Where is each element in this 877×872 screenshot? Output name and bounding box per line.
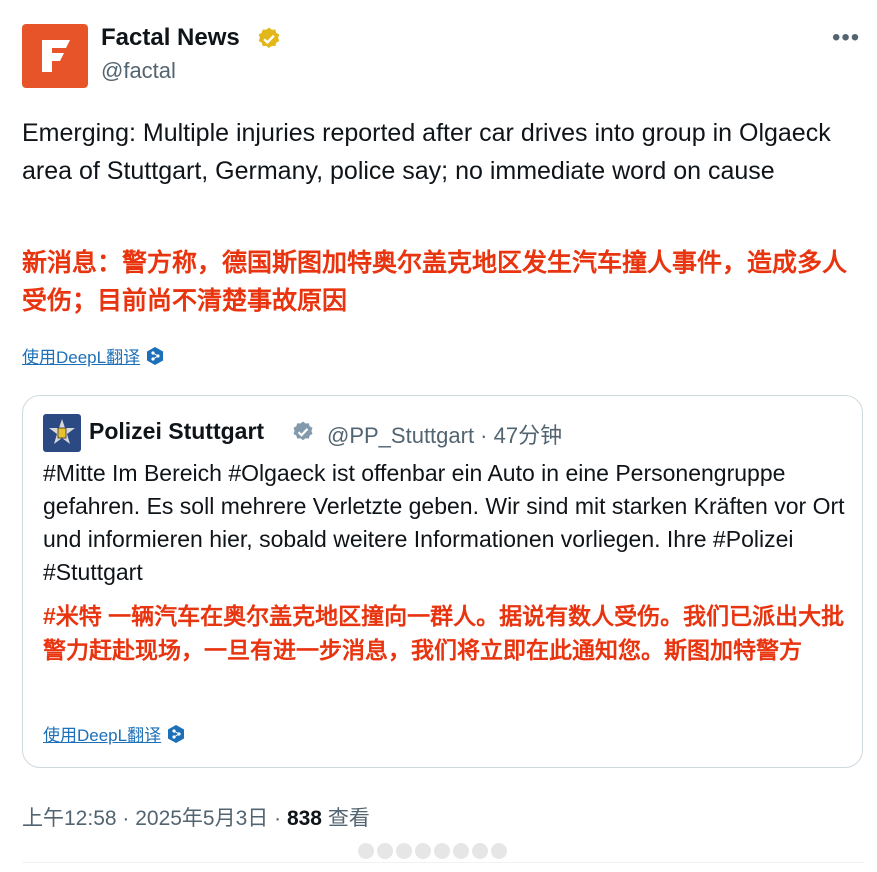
quote-text: #Mitte Im Bereich #Olgaeck ist offenbar …	[43, 460, 845, 585]
verified-badge-icon	[293, 421, 313, 441]
translate-button[interactable]: 使用DeepL翻译	[22, 343, 164, 368]
tweet-text: Emerging: Multiple injuries reported aft…	[22, 119, 831, 185]
police-star-icon	[49, 419, 75, 444]
author-name[interactable]: Factal News	[101, 24, 240, 52]
quote-translate-label: 使用DeepL翻译	[43, 726, 162, 745]
timestamp[interactable]: 上午12:58 · 2025年5月3日 ·	[22, 807, 287, 830]
quote-handle-time: @PP_Stuttgart · 47分钟	[327, 423, 563, 448]
deepl-icon	[168, 724, 185, 743]
watermark	[358, 840, 510, 862]
deepl-icon	[147, 346, 164, 365]
author-avatar[interactable]	[22, 24, 88, 88]
quote-avatar	[43, 414, 81, 452]
quoted-tweet[interactable]: Polizei Stuttgart @PP_Stuttgart · 47分钟 #…	[22, 395, 863, 768]
factal-logo-icon	[42, 40, 70, 72]
author-handle[interactable]: @factal	[101, 58, 176, 84]
divider	[22, 862, 864, 863]
verified-badge-icon	[258, 27, 280, 48]
tweet-meta: 上午12:58 · 2025年5月3日 · 838 查看	[22, 802, 370, 832]
views-label: 查看	[322, 807, 370, 830]
view-count: 838	[286, 807, 322, 830]
quote-translate-button[interactable]: 使用DeepL翻译	[43, 721, 185, 746]
translate-label: 使用DeepL翻译	[22, 348, 141, 367]
tweet-translation: 新消息：警方称，德国斯图加特奥尔盖克地区发生汽车撞人事件，造成多人受伤；目前尚不…	[22, 249, 848, 315]
quote-translation: #米特 一辆汽车在奥尔盖克地区撞向一群人。据说有数人受伤。我们已派出大批警力赶赴…	[43, 603, 845, 663]
more-icon[interactable]: •••	[832, 24, 860, 52]
quote-author-name[interactable]: Polizei Stuttgart	[89, 418, 264, 445]
